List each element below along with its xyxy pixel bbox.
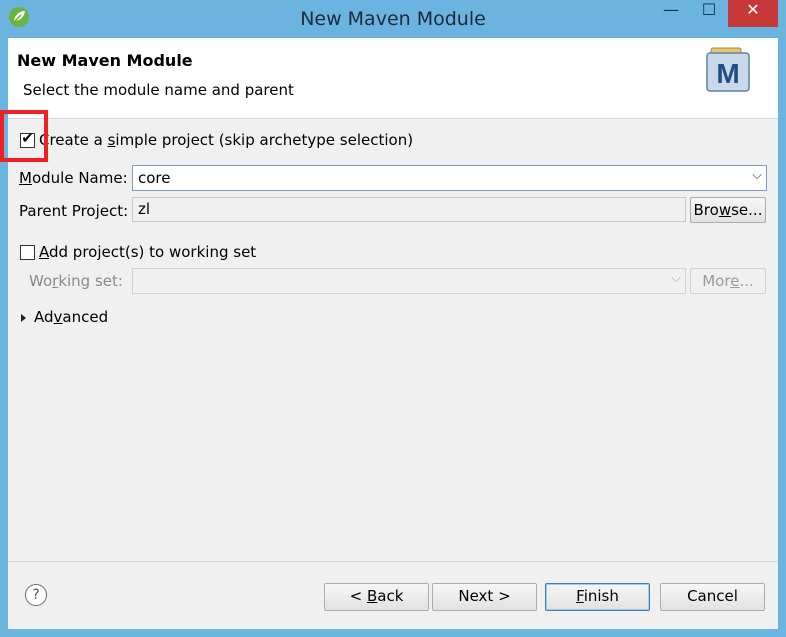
module-name-label-mnemonic: M	[19, 169, 32, 187]
browse-button[interactable]: Browse...	[690, 197, 766, 223]
working-set-label-post: king set:	[58, 272, 123, 290]
parent-project-label: Parent Project:	[19, 202, 129, 220]
advanced-label-pre: Ad	[34, 308, 54, 326]
simple-project-label[interactable]: Create a simple project (skip archetype …	[39, 131, 413, 149]
dialog-window: New Maven Module — ☐ ✕ New Maven Module …	[0, 0, 786, 637]
module-name-label-post: odule Name:	[31, 169, 128, 187]
finish-label-mnemonic: F	[576, 587, 584, 605]
back-label-mnemonic: B	[366, 587, 378, 605]
chevron-down-icon: ⌵	[671, 271, 681, 286]
simple-project-label-post: imple project (skip archetype selection)	[115, 131, 414, 149]
minimize-button[interactable]: —	[652, 0, 690, 27]
advanced-section-toggle[interactable]: Advanced	[34, 308, 108, 326]
browse-label-mnemonic: w	[718, 201, 732, 219]
simple-project-label-pre: Create a	[39, 131, 108, 149]
next-button[interactable]: Next >	[432, 583, 537, 611]
maven-logo-letter: M	[716, 58, 739, 89]
help-icon[interactable]: ?	[25, 584, 47, 606]
maximize-button[interactable]: ☐	[690, 0, 728, 27]
working-set-label: Working set:	[29, 272, 123, 290]
back-label-pre: <	[349, 587, 367, 605]
more-label-post: ...	[739, 272, 754, 290]
more-button[interactable]: More...	[690, 268, 766, 294]
more-label-pre: Mor	[702, 272, 731, 290]
back-button[interactable]: < Back	[324, 583, 429, 611]
footer-separator	[8, 561, 778, 562]
page-title: New Maven Module	[17, 51, 193, 70]
browse-label-post: se...	[731, 201, 763, 219]
finish-label-post: inish	[583, 587, 619, 605]
back-label-post: ack	[377, 587, 404, 605]
working-set-label-pre: Wo	[29, 272, 53, 290]
module-name-value: core	[138, 169, 171, 187]
working-set-checkbox-label-mnemonic: A	[39, 243, 49, 261]
working-set-select[interactable]: ⌵	[132, 268, 686, 294]
module-name-label: Module Name:	[19, 169, 128, 187]
highlight-annotation-box	[0, 110, 48, 162]
working-set-checkbox-label-post: dd project(s) to working set	[49, 243, 257, 261]
close-button[interactable]: ✕	[728, 0, 778, 27]
dialog-client-area: New Maven Module Select the module name …	[8, 38, 778, 629]
browse-label-pre: Bro	[693, 201, 719, 219]
expand-triangle-icon[interactable]	[21, 314, 26, 322]
title-bar[interactable]: New Maven Module — ☐ ✕	[0, 0, 786, 38]
maven-logo-icon: M	[706, 47, 750, 92]
working-set-checkbox-label[interactable]: Add project(s) to working set	[39, 243, 256, 261]
page-description: Select the module name and parent	[23, 81, 294, 99]
working-set-checkbox[interactable]	[20, 245, 35, 260]
advanced-label-post: anced	[62, 308, 109, 326]
wizard-banner: New Maven Module Select the module name …	[8, 38, 778, 119]
module-name-input[interactable]: core ⌵	[132, 165, 767, 191]
parent-project-field: zl	[132, 197, 686, 222]
finish-button[interactable]: Finish	[545, 583, 650, 611]
cancel-button[interactable]: Cancel	[660, 583, 765, 611]
parent-project-value: zl	[138, 200, 151, 218]
chevron-down-icon[interactable]: ⌵	[752, 168, 762, 183]
